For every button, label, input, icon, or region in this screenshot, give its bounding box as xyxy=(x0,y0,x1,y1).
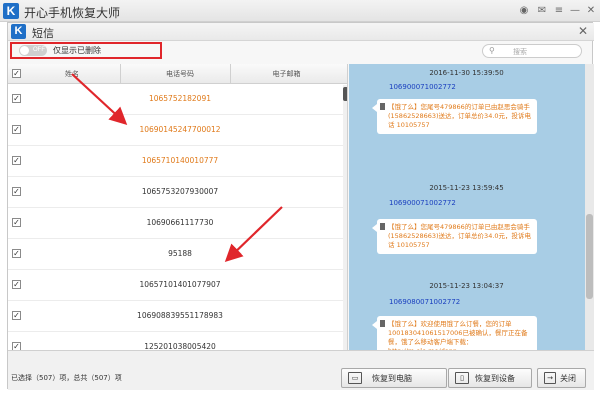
restore-to-device-label: 恢复到设备 xyxy=(475,374,515,383)
column-header-email[interactable]: 电子邮箱 xyxy=(230,69,343,79)
sms-icon xyxy=(380,223,385,230)
message-sender: 1069000710027​72 xyxy=(389,83,456,91)
message-scroll-thumb[interactable] xyxy=(586,214,593,299)
row-checkbox[interactable]: ✓ xyxy=(12,342,21,350)
message-bubble[interactable]: 【饿了么】您尾号479866的订单已由赵思会骑手(15862528663)送达，… xyxy=(372,219,537,254)
panel-close-icon[interactable]: ✕ xyxy=(578,24,588,38)
row-phone: 95188 xyxy=(168,249,192,258)
message-date: 2015-11-23 13:59:45 xyxy=(429,184,504,192)
restore-to-pc-label: 恢复到电脑 xyxy=(372,374,412,383)
message-bubble[interactable]: 【饿了么】您尾号479866的订单已由赵思会骑手(15862528663)送达，… xyxy=(372,99,537,134)
table-header: ✓ 姓名 电话号码 电子邮箱 xyxy=(8,64,347,84)
toolbar: OFF 仅显示已删除 ⚲ 搜索 xyxy=(8,42,594,62)
minimize-icon[interactable]: — xyxy=(569,5,581,17)
restore-to-pc-button[interactable]: ▭ 恢复到电脑 xyxy=(341,368,447,388)
panel-title: 短信 xyxy=(32,27,54,40)
column-header-phone[interactable]: 电话号码 xyxy=(120,69,240,79)
table-row[interactable]: ✓ 1065753207930007 xyxy=(8,177,347,208)
table-row[interactable]: ✓ 95188 xyxy=(8,239,347,270)
table-row[interactable]: ✓ 10657101401077907 xyxy=(8,270,347,301)
app-title-bar: K 开心手机恢复大师 ◉ ✉ ≡ — ✕ xyxy=(0,0,600,22)
message-bubble[interactable]: 【饿了么】欢迎使用饿了么订餐，您的订单100183041061517006已被确… xyxy=(372,316,537,350)
row-phone: 10690661117730 xyxy=(146,218,214,227)
row-checkbox[interactable]: ✓ xyxy=(12,249,21,258)
table-scrollbar[interactable] xyxy=(343,85,347,350)
row-phone: 1065752182091 xyxy=(148,94,212,103)
menu-icon[interactable]: ≡ xyxy=(553,5,565,17)
sms-icon xyxy=(380,103,385,110)
search-input[interactable]: ⚲ 搜索 xyxy=(482,44,582,58)
toggle-state-label: OFF xyxy=(33,47,45,53)
app-title: 开心手机恢复大师 xyxy=(24,6,121,20)
row-phone: 106908839551178983 xyxy=(137,311,223,320)
row-checkbox[interactable]: ✓ xyxy=(12,280,21,289)
message-date: 2016-11-30 15:39:50 xyxy=(429,69,504,77)
search-placeholder: 搜索 xyxy=(513,48,527,56)
message-sender: 106900071002772 xyxy=(389,199,456,207)
message-text: 【饿了么】您尾号479866的订单已由赵思会骑手(15862528663)送达，… xyxy=(388,103,532,129)
row-phone: 1065753207930007 xyxy=(141,187,219,196)
sms-icon xyxy=(380,320,385,327)
sms-window-header: K 短信 ✕ xyxy=(8,23,594,41)
row-checkbox[interactable]: ✓ xyxy=(12,125,21,134)
restore-to-device-button[interactable]: ▯ 恢复到设备 xyxy=(448,368,532,388)
search-icon: ⚲ xyxy=(489,46,495,55)
row-phone: 10690145247700012 xyxy=(139,125,221,134)
sms-window: K 短信 ✕ OFF 仅显示已删除 ⚲ 搜索 ✓ 姓名 电话号码 电子邮箱 ✓ … xyxy=(7,22,594,390)
close-button-label: 关闭 xyxy=(560,374,576,383)
message-text: 【饿了么】欢迎使用饿了么订餐，您的订单100183041061517006已被确… xyxy=(388,320,528,350)
row-phone: 1065710140010777 xyxy=(141,156,219,165)
message-panel: 2016-11-30 15:39:50 1069000710027​72 【饿了… xyxy=(349,64,594,350)
contact-table: ✓ 姓名 电话号码 电子邮箱 ✓ 1065752182091 ✓ 1069014… xyxy=(8,64,348,350)
deleted-only-toggle[interactable]: OFF xyxy=(19,45,47,56)
footer: 已选择（507）项，总共（507）项 ▭ 恢复到电脑 ▯ 恢复到设备 → 关闭 xyxy=(8,350,594,390)
message-date: 2015-11-23 13:04:37 xyxy=(429,282,504,290)
message-scrollbar[interactable] xyxy=(585,64,594,350)
table-scroll-thumb[interactable] xyxy=(343,87,347,101)
table-row[interactable]: ✓ 1065752182091 xyxy=(8,84,347,115)
wechat-icon[interactable]: ◉ xyxy=(518,5,530,17)
deleted-only-label: 仅显示已删除 xyxy=(53,46,101,55)
selection-status: 已选择（507）项，总共（507）项 xyxy=(11,374,122,382)
close-icon[interactable]: ✕ xyxy=(585,5,597,17)
phone-icon: ▯ xyxy=(455,372,469,384)
message-sender: 106908007100277​2 xyxy=(389,298,461,306)
panel-logo: K xyxy=(11,24,26,39)
message-icon[interactable]: ✉ xyxy=(536,5,548,17)
table-row[interactable]: ✓ 10690145247700012 xyxy=(8,115,347,146)
select-all-checkbox[interactable]: ✓ xyxy=(12,69,21,78)
row-phone: 10657101401077907 xyxy=(139,280,221,289)
row-phone: 125201038005420 xyxy=(144,342,216,350)
table-row[interactable]: ✓ 10690661117730 xyxy=(8,208,347,239)
row-checkbox[interactable]: ✓ xyxy=(12,311,21,320)
table-row[interactable]: ✓ 106908839551178983 xyxy=(8,301,347,332)
row-checkbox[interactable]: ✓ xyxy=(12,218,21,227)
toggle-knob xyxy=(20,46,29,55)
app-logo: K xyxy=(3,3,19,19)
table-row[interactable]: ✓ 1065710140010777 xyxy=(8,146,347,177)
exit-icon: → xyxy=(544,372,556,384)
close-button[interactable]: → 关闭 xyxy=(537,368,586,388)
column-header-name[interactable]: 姓名 xyxy=(22,69,122,79)
table-row[interactable]: ✓ 125201038005420 xyxy=(8,332,347,350)
row-checkbox[interactable]: ✓ xyxy=(12,187,21,196)
row-checkbox[interactable]: ✓ xyxy=(12,94,21,103)
row-checkbox[interactable]: ✓ xyxy=(12,156,21,165)
computer-icon: ▭ xyxy=(348,372,362,384)
message-text: 【饿了么】您尾号479866的订单已由赵思会骑手(15862528663)送达，… xyxy=(388,223,532,249)
